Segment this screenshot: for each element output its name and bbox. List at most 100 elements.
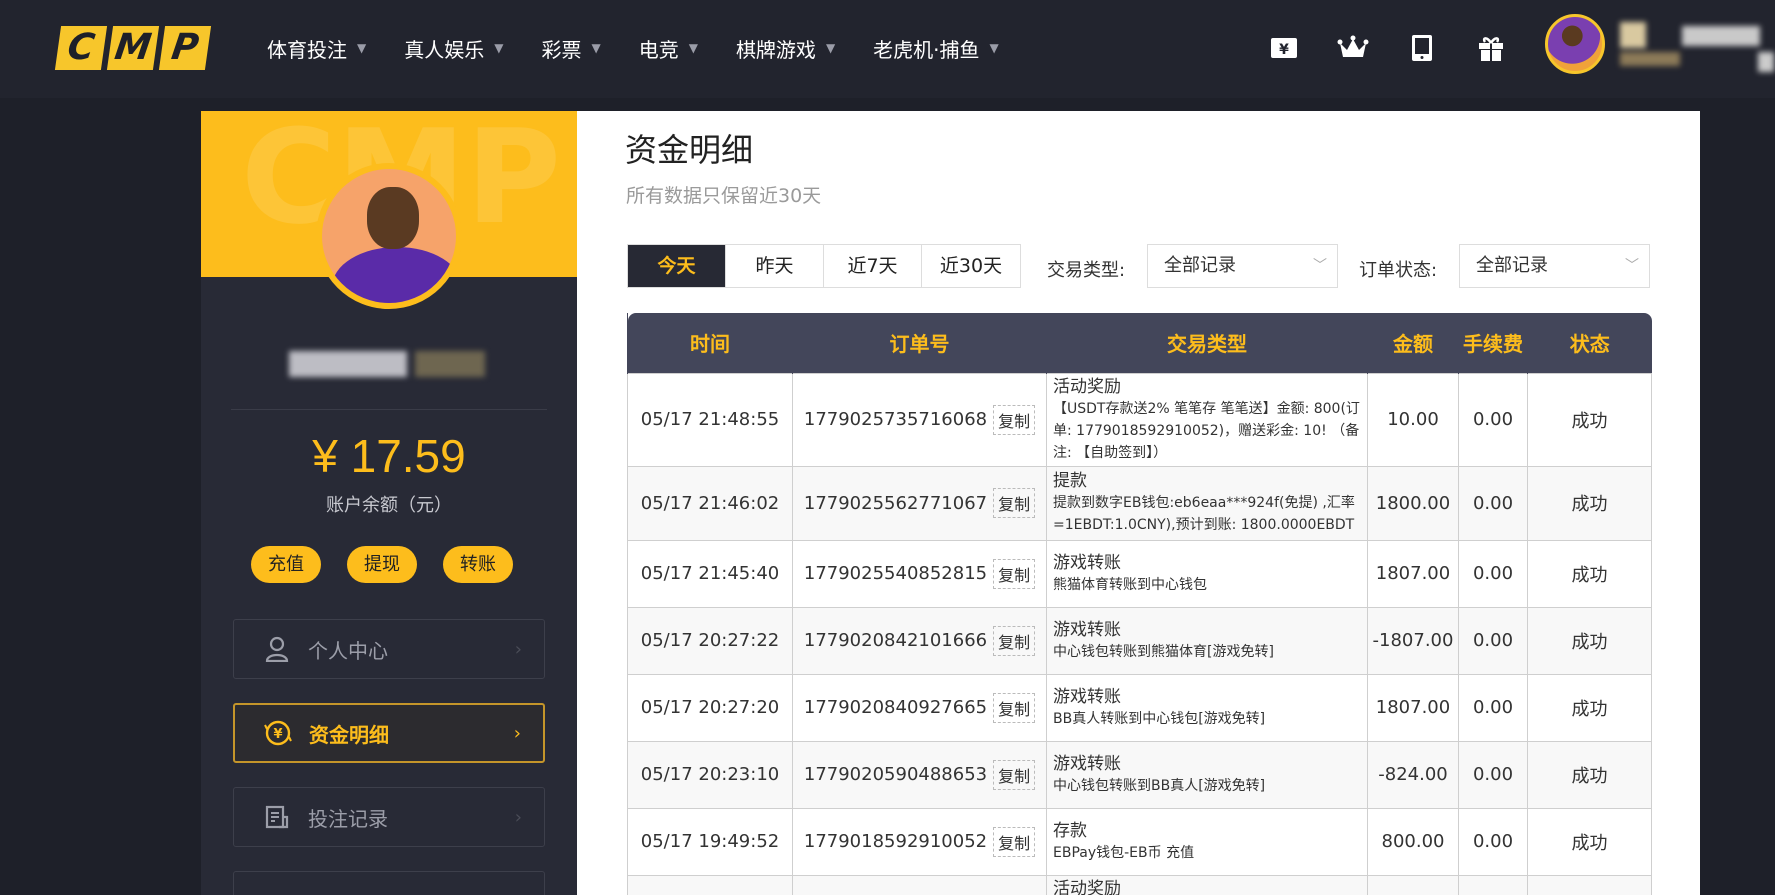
cmp-logo[interactable]: C M P bbox=[54, 26, 214, 70]
column-header-time: 时间 bbox=[627, 313, 793, 373]
tablet-icon[interactable] bbox=[1404, 30, 1440, 66]
type-detail: 【USDT存款送2% 笔笔存 笔笔送】金额: 800(订单: 177901859… bbox=[1053, 400, 1360, 461]
column-header-amount: 金额 bbox=[1367, 313, 1459, 373]
copy-button[interactable]: 复制 bbox=[993, 488, 1036, 518]
avatar-head bbox=[367, 187, 419, 249]
table-row: 活动奖励 bbox=[627, 874, 1652, 895]
table-row: 05/17 20:27:22 1779020842101666 复制 游戏转账 中心… bbox=[627, 606, 1652, 675]
cell-order: 1779025735716068 复制 bbox=[792, 372, 1047, 467]
menu-bet-records[interactable]: 投注记录 › bbox=[233, 787, 545, 847]
chevron-right-icon: › bbox=[513, 722, 521, 744]
nav-sports[interactable]: 体育投注 ▼ bbox=[267, 30, 366, 66]
cell-order bbox=[792, 874, 1047, 895]
tab-last-30-days[interactable]: 近30天 bbox=[922, 245, 1020, 287]
column-header-order: 订单号 bbox=[792, 313, 1047, 373]
cell-time: 05/17 21:46:02 bbox=[627, 465, 793, 541]
main-panel: 资金明细 所有数据只保留近30天 今天 昨天 近7天 近30天 交易类型: 全部… bbox=[577, 111, 1700, 895]
column-header-status: 状态 bbox=[1527, 313, 1652, 373]
page-title: 资金明细 bbox=[625, 131, 754, 169]
cell-status: 成功 bbox=[1527, 606, 1652, 675]
copy-button[interactable]: 复制 bbox=[993, 692, 1036, 723]
menu-item-partial[interactable] bbox=[233, 871, 545, 895]
cell-amount: 10.00 bbox=[1367, 372, 1459, 467]
logo-letter: C bbox=[54, 26, 108, 70]
tab-last-7-days[interactable]: 近7天 bbox=[824, 245, 922, 287]
order-number: 1779025540852815 bbox=[803, 563, 988, 584]
crown-icon[interactable] bbox=[1335, 30, 1371, 66]
yuan-circle-icon: ¥ bbox=[261, 716, 295, 750]
cell-amount: 1807.00 bbox=[1367, 539, 1459, 608]
cell-type: 活动奖励 bbox=[1046, 874, 1368, 895]
cell-fee: 0.00 bbox=[1458, 539, 1528, 608]
deposit-button[interactable]: 充值 bbox=[251, 546, 321, 583]
fund-details-table: 时间 订单号 交易类型 金额 手续费 状态 05/17 21:48:55 177… bbox=[627, 313, 1652, 895]
type-detail: 中心钱包转账到熊猫体育[游戏免转] bbox=[1053, 643, 1274, 660]
top-navbar: C M P 体育投注 ▼ 真人娱乐 ▼ 彩票 ▼ 电竞 ▼ 棋牌游戏 ▼ 老虎机·捕鱼 ▼ … bbox=[0, 0, 1775, 98]
cell-time: 05/17 21:45:40 bbox=[627, 539, 793, 608]
copy-button[interactable]: 复制 bbox=[993, 759, 1036, 790]
cell-amount: -1807.00 bbox=[1367, 606, 1459, 675]
nav-esports[interactable]: 电竞 ▼ bbox=[639, 30, 698, 66]
balance-amount: ¥ 17.59 bbox=[312, 430, 466, 482]
order-number: 1779020842101666 bbox=[803, 630, 988, 651]
cell-fee: 0.00 bbox=[1458, 673, 1528, 742]
cell-order: 1779020840927665 复制 bbox=[792, 673, 1047, 742]
username-blurred bbox=[1620, 22, 1774, 72]
user-icon bbox=[260, 632, 294, 666]
menu-fund-details[interactable]: ¥ 资金明细 › bbox=[233, 703, 545, 763]
gift-icon[interactable] bbox=[1473, 30, 1509, 66]
tab-yesterday[interactable]: 昨天 bbox=[726, 245, 824, 287]
type-title: 活动奖励 bbox=[1053, 878, 1121, 895]
cell-amount: 1800.00 bbox=[1367, 465, 1459, 541]
select-value: 全部记录 bbox=[1476, 255, 1548, 276]
divider bbox=[231, 409, 547, 410]
cell-order: 1779025562771067 复制 bbox=[792, 465, 1047, 541]
cell-amount: -824.00 bbox=[1367, 740, 1459, 809]
tab-today[interactable]: 今天 bbox=[628, 245, 726, 287]
type-detail: EBPay钱包-EB币 充值 bbox=[1053, 844, 1195, 861]
transaction-type-select[interactable]: 全部记录 ﹀ bbox=[1147, 244, 1338, 288]
cell-type: 活动奖励【USDT存款送2% 笔笔存 笔笔送】金额: 800(订单: 17790… bbox=[1046, 372, 1368, 467]
nav-label: 老虎机·捕鱼 bbox=[873, 37, 980, 62]
type-detail: 提款到数字EB钱包:eb6eaa***924f(免提) ,汇率=1EBDT:1.… bbox=[1053, 495, 1355, 533]
yuan-ticket-icon[interactable]: ¥ bbox=[1266, 30, 1302, 66]
transfer-button[interactable]: 转账 bbox=[443, 546, 513, 583]
cell-type: 游戏转账 中心钱包转账到BB真人[游戏免转] bbox=[1046, 740, 1368, 809]
nav-slots-fishing[interactable]: 老虎机·捕鱼 ▼ bbox=[873, 30, 999, 66]
main-nav: 体育投注 ▼ 真人娱乐 ▼ 彩票 ▼ 电竞 ▼ 棋牌游戏 ▼ 老虎机·捕鱼 ▼ bbox=[267, 30, 1037, 66]
order-number: 1779025735716068 bbox=[803, 409, 988, 430]
copy-button[interactable]: 复制 bbox=[993, 404, 1036, 435]
cell-status: 成功 bbox=[1527, 539, 1652, 608]
chevron-down-icon: ▼ bbox=[989, 41, 999, 55]
order-status-select[interactable]: 全部记录 ﹀ bbox=[1459, 244, 1650, 288]
cell-time bbox=[627, 874, 793, 895]
table-row: 05/17 21:48:55 1779025735716068 复制 活动奖励【U… bbox=[627, 372, 1652, 467]
cell-type: 提款 提款到数字EB钱包:eb6eaa***924f(免提) ,汇率=1EBDT:… bbox=[1046, 465, 1368, 541]
table-row: 05/17 21:46:02 1779025562771067 复制 提款 提款到数… bbox=[627, 465, 1652, 541]
user-avatar[interactable] bbox=[1545, 14, 1605, 74]
type-title: 活动奖励 bbox=[1053, 376, 1121, 397]
withdraw-button[interactable]: 提现 bbox=[347, 546, 417, 583]
nav-lottery[interactable]: 彩票 ▼ bbox=[541, 30, 600, 66]
table-row: 05/17 19:49:52 1779018592910052 复制 存款 EBPa… bbox=[627, 807, 1652, 876]
wallet-actions: 充值 提现 转账 bbox=[251, 546, 539, 583]
cell-type: 游戏转账 熊猫体育转账到中心钱包 bbox=[1046, 539, 1368, 608]
cell-amount bbox=[1367, 874, 1459, 895]
chevron-down-icon: ▼ bbox=[357, 41, 367, 55]
cell-time: 05/17 21:48:55 bbox=[627, 372, 793, 467]
nav-live-casino[interactable]: 真人娱乐 ▼ bbox=[404, 30, 503, 66]
copy-button[interactable]: 复制 bbox=[993, 558, 1036, 589]
copy-button[interactable]: 复制 bbox=[993, 625, 1036, 656]
table-row: 05/17 21:45:40 1779025540852815 复制 游戏转账 熊猫… bbox=[627, 539, 1652, 608]
profile-avatar bbox=[316, 163, 462, 309]
type-detail: BB真人转账到中心钱包[游戏免转] bbox=[1053, 710, 1266, 727]
account-sidebar: CMP ¥ 17.59 账户余额（元） 充值 提现 转账 个人中心 › ¥ 资金… bbox=[201, 111, 577, 895]
order-number: 1779020840927665 bbox=[803, 697, 988, 718]
table-row: 05/17 20:23:10 1779020590488653 复制 游戏转账 中心… bbox=[627, 740, 1652, 809]
nav-card-games[interactable]: 棋牌游戏 ▼ bbox=[736, 30, 835, 66]
copy-button[interactable]: 复制 bbox=[993, 826, 1036, 857]
cell-status: 成功 bbox=[1527, 465, 1652, 541]
nav-label: 真人娱乐 bbox=[404, 37, 485, 62]
menu-personal-center[interactable]: 个人中心 › bbox=[233, 619, 545, 679]
cell-status: 成功 bbox=[1527, 740, 1652, 809]
